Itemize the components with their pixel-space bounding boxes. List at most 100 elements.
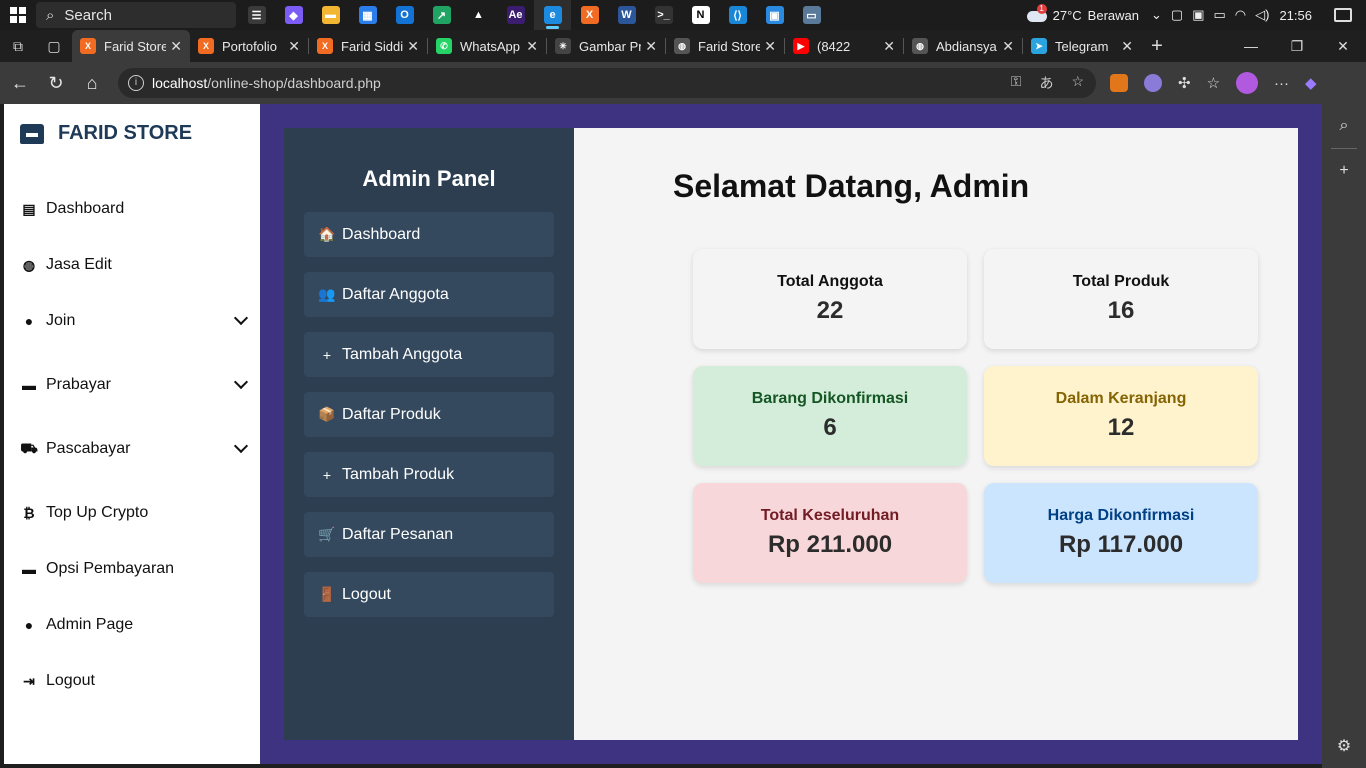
favorite-star-icon[interactable]: ☆ xyxy=(1071,73,1084,93)
browser-tab[interactable]: ◍ Farid Store ✕ xyxy=(666,30,784,62)
read-aloud-icon[interactable]: あ xyxy=(1039,73,1053,93)
home-icon[interactable]: ⌂ xyxy=(74,65,110,101)
browser-tab-strip: ⧉ ▢ X Farid Store ✕ X Portofolio ✕ X Farid Sidd… xyxy=(0,30,1366,62)
meet-icon[interactable]: ▢ xyxy=(1171,7,1183,23)
admin-menu-tambah-anggota[interactable]: + Tambah Anggota xyxy=(304,332,554,377)
browser-tab[interactable]: X Portofolio ✕ xyxy=(190,30,308,62)
close-tab-icon[interactable]: ✕ xyxy=(764,38,776,55)
browser-tab[interactable]: ◍ Abdiansya ✕ xyxy=(904,30,1022,62)
back-icon[interactable]: ← xyxy=(2,65,38,101)
chevron-up-icon[interactable]: ⌄ xyxy=(1151,7,1162,23)
sidebar-item-admin-page[interactable]: ● Admin Page xyxy=(4,610,260,640)
browser-tab[interactable]: ➤ Telegram ✕ xyxy=(1023,30,1141,62)
maximize-icon[interactable]: ❐ xyxy=(1274,30,1320,62)
metamask-icon[interactable] xyxy=(1110,74,1128,92)
taskbar-app-button[interactable]: ▣ xyxy=(756,0,793,30)
xampp-icon: X xyxy=(198,38,214,54)
taskbar-app-button[interactable]: Ae xyxy=(497,0,534,30)
close-tab-icon[interactable]: ✕ xyxy=(645,38,657,55)
admin-menu-dashboard[interactable]: 🏠 Dashboard xyxy=(304,212,554,257)
extensions-puzzle-icon[interactable]: ✣ xyxy=(1178,74,1191,92)
taskbar-app-button[interactable]: ↗ xyxy=(423,0,460,30)
admin-menu-daftar-produk[interactable]: 📦 Daftar Produk xyxy=(304,392,554,437)
taskbar-app-button[interactable]: W xyxy=(608,0,645,30)
brand[interactable]: FARID STORE xyxy=(20,122,192,145)
sidebar-item-opsi-pembayaran[interactable]: ▬ Opsi Pembayaran xyxy=(4,554,260,584)
sidebar-item-join[interactable]: ● Join xyxy=(4,306,260,336)
site-sidebar: FARID STORE ▤ Dashboard ◍ Jasa Edit ● Join ▬ Pr… xyxy=(4,104,260,764)
profile-avatar[interactable] xyxy=(1236,72,1259,94)
sidebar-item-top-up-crypto[interactable]: ₿ Top Up Crypto xyxy=(4,498,260,528)
copilot-icon[interactable]: ◆ xyxy=(1305,74,1317,92)
sidebar-item-prabayar[interactable]: ▬ Prabayar xyxy=(4,370,260,400)
taskbar-app-button[interactable]: ⟨⟩ xyxy=(719,0,756,30)
address-bar[interactable]: i localhost/online-shop/dashboard.php ⚿ … xyxy=(118,68,1096,98)
admin-menu-logout[interactable]: 🚪 Logout xyxy=(304,572,554,617)
remote-desktop-icon: ▭ xyxy=(802,6,821,24)
browser-tab[interactable]: X Farid Store ✕ xyxy=(72,30,190,62)
close-tab-icon[interactable]: ✕ xyxy=(170,38,182,55)
search-icon[interactable]: ⌕ xyxy=(1322,104,1366,148)
taskbar-app-button[interactable]: >_ xyxy=(645,0,682,30)
key-icon[interactable]: ⚿ xyxy=(1011,73,1022,93)
close-tab-icon[interactable]: ✕ xyxy=(288,38,300,55)
sidebar-item-pascabayar[interactable]: ⛟ Pascabayar xyxy=(4,434,260,464)
chevron-down-icon[interactable] xyxy=(233,310,249,326)
weather-widget[interactable]: 1 27°C Berawan xyxy=(1025,4,1139,23)
url-host: localhost xyxy=(152,75,208,91)
site-info-icon[interactable]: i xyxy=(128,75,144,91)
admin-menu-daftar-pesanan[interactable]: 🛒 Daftar Pesanan xyxy=(304,512,554,557)
sidebar-item-label: Join xyxy=(46,312,76,329)
minimize-icon[interactable]: — xyxy=(1228,30,1274,62)
file-explorer-icon: ▬ xyxy=(321,6,340,24)
taskbar-search[interactable]: ⌕ Search xyxy=(36,2,236,28)
taskbar-app-button[interactable]: e xyxy=(534,0,571,30)
new-tab-button[interactable]: + xyxy=(1141,30,1173,62)
taskbar-app-button[interactable]: ▬ xyxy=(312,0,349,30)
browser-tab-label: Portofolio xyxy=(222,38,277,54)
wifi-icon[interactable]: ◠ xyxy=(1235,7,1246,23)
chevron-down-icon[interactable] xyxy=(233,374,249,390)
close-tab-icon[interactable]: ✕ xyxy=(526,38,538,55)
refresh-icon[interactable]: ↻ xyxy=(38,65,74,101)
user-shield-icon: ● xyxy=(24,617,34,633)
browser-tab[interactable]: ✆ WhatsApp ✕ xyxy=(428,30,546,62)
browser-tab[interactable]: ✳ Gambar Pr ✕ xyxy=(547,30,665,62)
taskbar-app-button[interactable]: ▭ xyxy=(793,0,830,30)
taskbar-app-button[interactable]: X xyxy=(571,0,608,30)
settings-icon[interactable]: ⚙ xyxy=(1322,724,1366,768)
admin-menu-tambah-produk[interactable]: + Tambah Produk xyxy=(304,452,554,497)
workspaces-icon[interactable]: ⧉ xyxy=(0,30,36,62)
taskbar-app-button[interactable]: ▦ xyxy=(349,0,386,30)
browser-tab[interactable]: ▶ (8422 ✕ xyxy=(785,30,903,62)
close-tab-icon[interactable]: ✕ xyxy=(407,38,419,55)
sidebar-item-dashboard[interactable]: ▤ Dashboard xyxy=(4,194,260,224)
favorites-icon[interactable]: ☆ xyxy=(1207,74,1220,92)
sidebar-item-logout[interactable]: ⇥ Logout xyxy=(4,666,260,696)
volume-icon[interactable]: ◁) xyxy=(1255,7,1269,23)
sidebar-item-jasa-edit[interactable]: ◍ Jasa Edit xyxy=(4,250,260,280)
notification-icon[interactable] xyxy=(1334,8,1352,22)
close-tab-icon[interactable]: ✕ xyxy=(1002,38,1014,55)
more-menu-icon[interactable]: ··· xyxy=(1274,75,1289,92)
stat-card: Dalam Keranjang 12 xyxy=(984,366,1258,466)
game-extension-icon[interactable] xyxy=(1144,74,1162,92)
clock-time[interactable]: 21:56 xyxy=(1279,8,1312,23)
windows-start-button[interactable] xyxy=(0,0,36,30)
cloud-weather-icon: 1 xyxy=(1025,4,1047,23)
display-icon[interactable]: ▣ xyxy=(1192,7,1204,23)
browser-tab[interactable]: X Farid Siddi ✕ xyxy=(309,30,427,62)
close-tab-icon[interactable]: ✕ xyxy=(883,38,895,55)
taskbar-app-button[interactable]: ☰ xyxy=(238,0,275,30)
admin-menu-daftar-anggota[interactable]: 👥 Daftar Anggota xyxy=(304,272,554,317)
battery-icon[interactable]: ▭ xyxy=(1213,7,1225,23)
tab-actions-icon[interactable]: ▢ xyxy=(36,30,72,62)
close-tab-icon[interactable]: ✕ xyxy=(1121,38,1133,55)
taskbar-app-button[interactable]: ▲ xyxy=(460,0,497,30)
taskbar-app-button[interactable]: O xyxy=(386,0,423,30)
taskbar-app-button[interactable]: ◆ xyxy=(275,0,312,30)
taskbar-app-button[interactable]: N xyxy=(682,0,719,30)
close-window-icon[interactable]: ✕ xyxy=(1320,30,1366,62)
chevron-down-icon[interactable] xyxy=(233,438,249,454)
add-icon[interactable]: + xyxy=(1322,149,1366,193)
